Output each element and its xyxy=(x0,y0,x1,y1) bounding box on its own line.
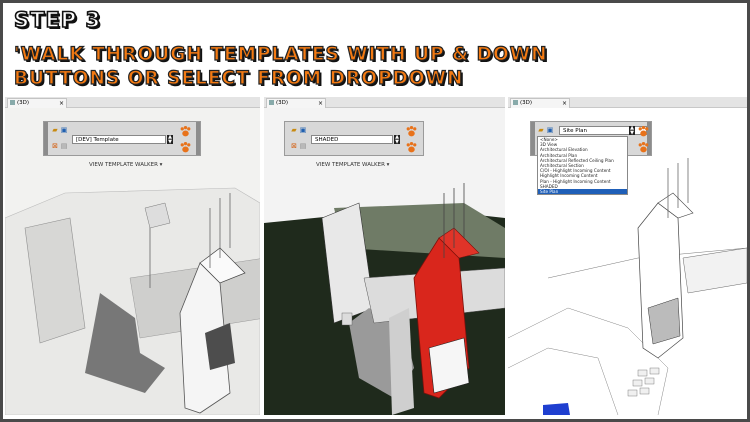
tab-label: (3D) xyxy=(520,100,533,106)
tab-3d-view[interactable]: (3D) × xyxy=(266,98,326,108)
headline-line-1: 'WALK THROUGH TEMPLATES WITH UP & DOWN xyxy=(13,43,548,65)
view-icon xyxy=(269,100,274,105)
settings-icon[interactable]: ▤ xyxy=(299,142,307,150)
screenshot-panel-2: (3D) × ▰ ▣ ⊠ ▤ SHADED ▲ ▼ VIEW TEMPLATE WA… xyxy=(264,97,505,415)
paw-print-down-icon[interactable] xyxy=(405,141,418,154)
close-icon[interactable]: × xyxy=(59,99,64,108)
drag-handle-right[interactable] xyxy=(196,122,200,155)
open-folder-icon[interactable]: ▰ xyxy=(51,126,59,134)
open-folder-icon[interactable]: ▰ xyxy=(537,126,545,134)
remove-template-icon[interactable]: ⊠ xyxy=(51,142,59,150)
template-dropdown[interactable]: SHADED xyxy=(311,135,393,144)
open-folder-icon[interactable]: ▰ xyxy=(290,126,298,134)
paw-print-down-icon[interactable] xyxy=(179,141,192,154)
remove-template-icon[interactable]: ⊠ xyxy=(290,142,298,150)
close-icon[interactable]: × xyxy=(562,99,567,108)
template-dropdown-list[interactable]: <None> 3D View Architectural Elevation Arch… xyxy=(537,136,628,196)
view-tabbar: (3D) × xyxy=(508,97,747,108)
view-tabbar: (3D) × xyxy=(264,97,505,108)
save-icon[interactable]: ▣ xyxy=(299,126,307,134)
paw-print-up-icon[interactable] xyxy=(405,125,418,138)
screenshot-panel-3: (3D) × ▰ ▣ Site Plan ▲ ▼ <None> 3D View … xyxy=(508,97,747,415)
template-walker-toolbar: ▰ ▣ ⊠ ▤ [DEV] Template ▲ ▼ xyxy=(43,121,201,156)
template-up-down-buttons[interactable]: ▲ ▼ xyxy=(629,126,635,135)
headline-line-2: BUTTONS OR SELECT FROM DROPDOWN xyxy=(13,67,464,89)
template-up-down-buttons[interactable]: ▲ ▼ xyxy=(167,135,173,144)
screenshot-panel-1: (3D)× ▰ ▣ ⊠ ▤ [DEV] Template ▲▼ VIEW T xyxy=(5,97,260,415)
tab-3d-view[interactable]: (3D) × xyxy=(7,98,67,108)
view-template-walker-label[interactable]: VIEW TEMPLATE WALKER ▾ xyxy=(89,162,162,168)
step-title: STEP 3 xyxy=(13,7,102,33)
template-up-down-buttons[interactable]: ▲ ▼ xyxy=(394,135,400,144)
drag-handle-left[interactable] xyxy=(44,122,48,155)
save-icon[interactable]: ▣ xyxy=(546,126,554,134)
template-dropdown[interactable]: [DEV] Template xyxy=(72,135,166,144)
view-template-walker-label[interactable]: VIEW TEMPLATE WALKER ▾ xyxy=(316,162,389,168)
close-icon[interactable]: × xyxy=(318,99,323,108)
settings-icon[interactable]: ▤ xyxy=(60,142,68,150)
template-walker-toolbar: ▰ ▣ ⊠ ▤ SHADED ▲ ▼ xyxy=(284,121,424,156)
save-icon[interactable]: ▣ xyxy=(60,126,68,134)
view-icon xyxy=(10,100,15,105)
tab-3d-view[interactable]: (3D) × xyxy=(510,98,570,108)
drag-handle-left[interactable] xyxy=(531,122,535,155)
tab-label: (3D) xyxy=(17,100,30,106)
paw-print-up-icon[interactable] xyxy=(179,125,192,138)
tab-label: (3D) xyxy=(276,100,289,106)
view-tabbar: (3D) × xyxy=(5,97,260,108)
paw-print-down-icon[interactable] xyxy=(637,141,650,154)
view-icon xyxy=(513,100,518,105)
dropdown-option[interactable]: Site Plan xyxy=(538,188,627,195)
paw-print-up-icon[interactable] xyxy=(637,125,650,138)
